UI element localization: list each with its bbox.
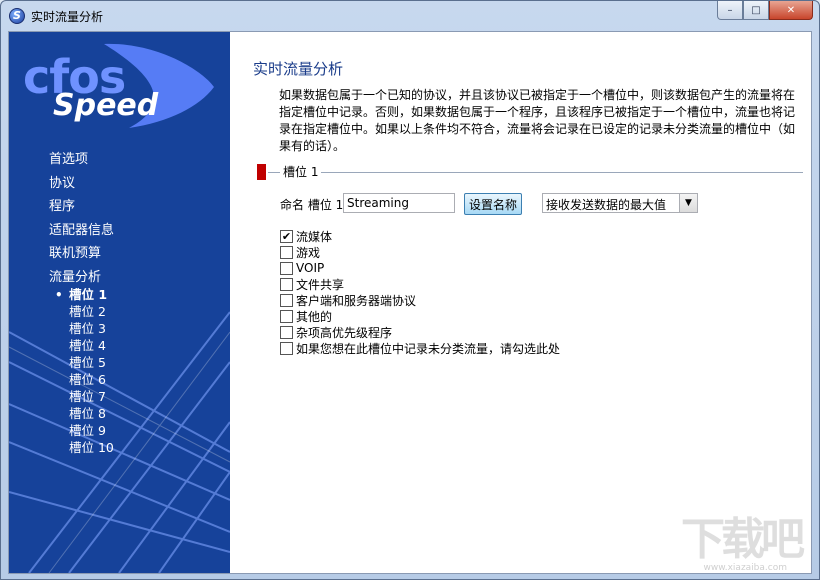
checkbox-box[interactable] [280,341,293,355]
watermark-url: www.xiazaiba.com [703,563,787,573]
title-bar[interactable]: S 实时流量分析 – □ ✕ [1,1,819,31]
checkbox-label: VOIP [296,261,325,275]
checkbox-misc-high-priority[interactable]: 杂项高优先级程序 [280,324,560,340]
checkbox-label: 游戏 [296,245,321,260]
checkbox-box[interactable] [280,293,293,307]
sidebar-item-adapter-info[interactable]: 适配器信息 [49,221,114,245]
cfos-speed-logo: cfos Speed [23,42,223,132]
sidebar-item-slot-9[interactable]: 槽位 9 [55,423,114,440]
checkbox-box[interactable] [280,309,293,323]
slot-name-input[interactable] [343,193,455,213]
sidebar-item-slot-5[interactable]: 槽位 5 [55,355,114,372]
sidebar-item-label: 槽位 1 [69,287,108,302]
checkbox-box[interactable] [280,325,293,339]
checkbox-box[interactable]: ✔ [280,229,293,243]
checkbox-label: 其他的 [296,309,333,324]
checkbox-games[interactable]: 游戏 [280,244,560,260]
sidebar-item-slot-3[interactable]: 槽位 3 [55,321,114,338]
close-button[interactable]: ✕ [769,1,813,20]
checkbox-label: 客户端和服务器端协议 [296,293,417,308]
slot-subnav: • 槽位 1 槽位 2 槽位 3 槽位 4 槽位 5 槽位 6 槽位 7 槽位 8… [55,287,114,457]
checkbox-other[interactable]: 其他的 [280,308,560,324]
record-mode-value: 接收发送数据的最大值 [546,198,667,212]
checkbox-box[interactable] [280,261,293,275]
description-text: 如果数据包属于一个已知的协议，并且该协议已被指定于一个槽位中，则该数据包产生的流… [279,88,796,153]
client-area: cfos Speed 首选项 协议 程序 适配器信息 联机预算 流量分析 • 槽位… [8,31,812,574]
app-window: S 实时流量分析 – □ ✕ cfos Speed 首选项 协议 程序 适配器信… [0,0,820,580]
sidebar-item-online-budget[interactable]: 联机预算 [49,244,114,268]
sidebar-item-slot-2[interactable]: 槽位 2 [55,304,114,321]
sidebar-item-slot-7[interactable]: 槽位 7 [55,389,114,406]
sidebar: cfos Speed 首选项 协议 程序 适配器信息 联机预算 流量分析 • 槽位… [9,32,230,573]
checkbox-box[interactable] [280,245,293,259]
checkbox-file-sharing[interactable]: 文件共享 [280,276,560,292]
page-title: 实时流量分析 [253,60,344,78]
sidebar-item-slot-4[interactable]: 槽位 4 [55,338,114,355]
record-mode-select[interactable]: 接收发送数据的最大值 ▼ [542,193,698,213]
checkbox-unclassified[interactable]: 如果您想在此槽位中记录未分类流量，请勾选此处 [280,340,560,356]
checkbox-label: 文件共享 [296,277,345,292]
checkbox-box[interactable] [280,277,293,291]
watermark-logo: 下载吧 [681,514,805,565]
sidebar-item-protocols[interactable]: 协议 [49,174,114,198]
sidebar-item-slot-10[interactable]: 槽位 10 [55,440,114,457]
cfos-app-icon[interactable]: S [9,8,25,24]
group-divider [271,172,803,173]
sidebar-item-slot-1[interactable]: • 槽位 1 [55,287,114,304]
maximize-button[interactable]: □ [743,1,769,20]
chevron-down-icon[interactable]: ▼ [679,194,697,212]
window-controls: – □ ✕ [717,1,813,21]
checkbox-voip[interactable]: VOIP [280,260,560,276]
checkbox-label: 杂项高优先级程序 [296,325,393,340]
slot-name-label: 命名 槽位 1 [280,198,344,212]
checkbox-label: 如果您想在此槽位中记录未分类流量，请勾选此处 [296,341,561,356]
sidebar-item-preferences[interactable]: 首选项 [49,150,114,174]
active-bullet: • [55,288,63,302]
main-panel: 实时流量分析 如果数据包属于一个已知的协议，并且该协议已被指定于一个槽位中，则该… [230,32,811,573]
group-marker [257,164,266,180]
window-title: 实时流量分析 [31,10,104,24]
group-label: 槽位 1 [280,164,322,180]
sidebar-item-slot-8[interactable]: 槽位 8 [55,406,114,423]
slot-group-header: 槽位 1 [257,164,803,180]
sidebar-item-slot-6[interactable]: 槽位 6 [55,372,114,389]
category-checklist: ✔ 流媒体 游戏 VOIP 文件共享 客户端和服务器端协议 其他的 杂项高优先级程… [280,228,560,356]
checkbox-client-server[interactable]: 客户端和服务器端协议 [280,292,560,308]
sidebar-item-programs[interactable]: 程序 [49,197,114,221]
checkbox-label: 流媒体 [296,229,333,244]
minimize-button[interactable]: – [717,1,743,20]
logo-speed-text: Speed [53,88,159,123]
sidebar-nav: 首选项 协议 程序 适配器信息 联机预算 流量分析 [49,150,114,291]
checkbox-streaming[interactable]: ✔ 流媒体 [280,228,560,244]
set-name-button[interactable]: 设置名称 [464,193,522,215]
